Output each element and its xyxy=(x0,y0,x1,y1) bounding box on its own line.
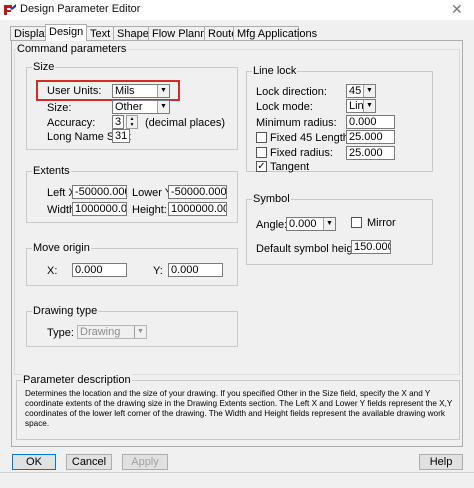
chevron-down-icon[interactable]: ▼ xyxy=(134,326,146,338)
width-input[interactable]: 1000000.000 xyxy=(72,202,127,216)
lock-direction-label: Lock direction: xyxy=(256,86,327,98)
command-parameters-label: Command parameters xyxy=(16,43,128,55)
cancel-button[interactable]: Cancel xyxy=(66,454,112,470)
ok-button[interactable]: OK xyxy=(12,454,56,470)
symbol-group-label: Symbol xyxy=(252,193,291,205)
chevron-down-icon[interactable]: ▼ xyxy=(363,100,375,112)
size-value: Other xyxy=(115,101,143,113)
lock-mode-label: Lock mode: xyxy=(256,101,313,113)
angle-label: Angle: xyxy=(256,219,288,231)
tangent-checkbox[interactable]: ✓ xyxy=(256,161,267,172)
height-input[interactable]: 1000000.000 xyxy=(168,202,227,216)
size-label: Size: xyxy=(47,102,72,114)
parameter-description-text: Determines the location and the size of … xyxy=(25,389,453,428)
origin-x-label: X: xyxy=(47,265,58,277)
default-symbol-height-label: Default symbol height: xyxy=(256,243,365,255)
drawing-type-select[interactable]: Drawing ▼ xyxy=(77,325,147,339)
lock-direction-value: 45 xyxy=(349,85,362,97)
chevron-down-icon[interactable]: ▼ xyxy=(157,101,169,113)
title-bar[interactable]: Design Parameter Editor ✕ xyxy=(0,0,474,20)
status-bar xyxy=(0,472,474,488)
tab-design[interactable]: Design xyxy=(45,24,87,41)
accuracy-hint: (decimal places) xyxy=(145,117,226,129)
help-button[interactable]: Help xyxy=(419,454,463,470)
app-icon xyxy=(3,3,17,17)
origin-x-input[interactable]: 0.000 xyxy=(72,263,127,277)
drawing-type-value: Drawing xyxy=(80,326,121,338)
move-origin-group-label: Move origin xyxy=(32,242,91,254)
fixed-radius-checkbox[interactable] xyxy=(256,147,267,158)
minimum-radius-label: Minimum radius: xyxy=(256,117,337,129)
tab-display[interactable]: Display xyxy=(10,26,50,41)
chevron-down-icon[interactable]: ▼ xyxy=(323,218,335,230)
extents-group: Extents Left X: -50000.000 Lower Y: -500… xyxy=(26,165,238,223)
mirror-label: Mirror xyxy=(367,217,396,229)
angle-select[interactable]: 0.000 ▼ xyxy=(286,217,336,231)
minimum-radius-input[interactable]: 0.000 xyxy=(346,115,395,129)
size-select[interactable]: Other ▼ xyxy=(112,100,170,114)
user-units-highlight xyxy=(36,80,180,101)
drawing-type-group-label: Drawing type xyxy=(32,305,99,317)
origin-y-input[interactable]: 0.000 xyxy=(168,263,223,277)
lock-mode-select[interactable]: Line ▼ xyxy=(346,99,376,113)
fixed-45-length-checkbox[interactable] xyxy=(256,132,267,143)
fixed-radius-label: Fixed radius: xyxy=(270,147,333,159)
angle-value: 0.000 xyxy=(289,218,317,230)
accuracy-spinner[interactable]: ▲ ▼ xyxy=(126,115,138,129)
close-icon[interactable]: ✕ xyxy=(451,1,463,18)
left-x-input[interactable]: -50000.000 xyxy=(72,185,127,199)
size-group: Size User Units: Mils ▼ Size: Other ▼ Ac… xyxy=(26,61,238,150)
fixed-45-length-input[interactable]: 25.000 xyxy=(346,130,395,144)
lock-direction-select[interactable]: 45 ▼ xyxy=(346,84,376,98)
tab-text[interactable]: Text xyxy=(86,26,114,41)
line-lock-group-label: Line lock xyxy=(252,65,298,77)
height-label: Height: xyxy=(132,204,167,216)
extents-group-label: Extents xyxy=(32,165,71,177)
accuracy-input[interactable]: 3 xyxy=(112,115,124,129)
size-group-label: Size xyxy=(32,61,56,73)
tab-flow-planning[interactable]: Flow Planning xyxy=(148,26,221,41)
apply-button[interactable]: Apply xyxy=(122,454,168,470)
lower-y-input[interactable]: -50000.000 xyxy=(168,185,227,199)
window-title: Design Parameter Editor xyxy=(20,3,141,15)
parameter-description-group: Parameter description Determines the loc… xyxy=(16,374,460,440)
drawing-type-group: Drawing type Type: Drawing ▼ xyxy=(26,305,238,347)
move-origin-group: Move origin X: 0.000 Y: 0.000 xyxy=(26,242,238,286)
long-name-size-input[interactable]: 31 xyxy=(112,129,130,143)
chevron-down-icon[interactable]: ▼ xyxy=(363,85,375,97)
default-symbol-height-input[interactable]: 150.000 xyxy=(351,240,391,254)
symbol-group: Symbol Angle: 0.000 ▼ Mirror Default sym… xyxy=(246,193,433,265)
accuracy-label: Accuracy: xyxy=(47,117,96,129)
drawing-type-label: Type: xyxy=(47,327,74,339)
line-lock-group: Line lock Lock direction: 45 ▼ Lock mode… xyxy=(246,65,433,173)
fixed-radius-input[interactable]: 25.000 xyxy=(346,146,395,160)
tangent-label: Tangent xyxy=(270,161,310,173)
mirror-checkbox[interactable] xyxy=(351,217,362,228)
tab-mfg-applications[interactable]: Mfg Applications xyxy=(233,26,317,41)
tab-route[interactable]: Route xyxy=(204,26,237,41)
tab-shapes[interactable]: Shapes xyxy=(113,26,154,41)
tab-panel: Command parameters Size User Units: Mils… xyxy=(11,40,463,447)
fixed-45-length-label: Fixed 45 Length: xyxy=(270,132,352,144)
parameter-description-label: Parameter description xyxy=(22,374,132,386)
origin-y-label: Y: xyxy=(153,265,163,277)
